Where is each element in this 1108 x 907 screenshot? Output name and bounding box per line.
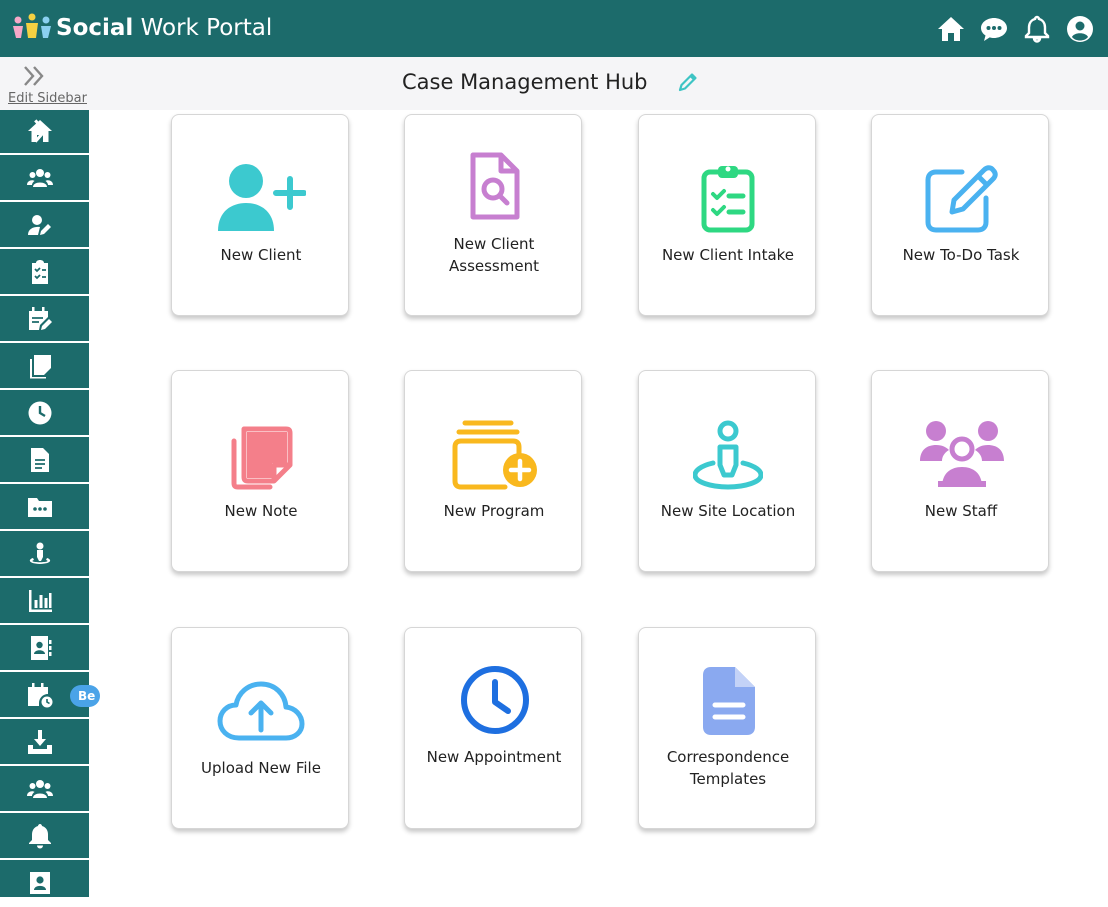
sidebar-item-user-edit[interactable] — [0, 204, 89, 249]
logo-icon — [13, 13, 51, 38]
brand-light: Work Portal — [133, 15, 273, 41]
clock-icon — [461, 666, 529, 734]
page-title: Case Management Hub — [402, 70, 648, 94]
notes-stack-icon — [30, 355, 51, 379]
correspondence-templates-label: Correspondence Templates — [666, 748, 790, 788]
new-site-location-label: New Site Location — [660, 502, 796, 520]
bar-chart-icon — [29, 590, 52, 612]
calendar-edit-icon — [29, 307, 52, 330]
user-plus-icon — [218, 164, 306, 231]
pencil-icon[interactable] — [677, 71, 699, 93]
new-client-intake-card[interactable]: New Client Intake — [638, 114, 816, 316]
new-note-card[interactable]: New Note — [171, 370, 349, 572]
double-chevron-right-icon — [24, 66, 44, 86]
new-client-assessment-label: New Client Assessment — [449, 235, 539, 275]
top-icons — [936, 0, 1108, 57]
new-program-label: New Program — [443, 502, 545, 520]
sidebar-item-home[interactable] — [0, 110, 89, 155]
edit-sidebar-button[interactable]: Edit Sidebar — [8, 60, 88, 108]
download-icon — [28, 730, 52, 754]
top-bar: Social Work Portal — [0, 0, 1108, 57]
sidebar-item-schedule[interactable]: Be — [0, 674, 100, 719]
sidebar-item-reports[interactable] — [0, 580, 89, 625]
sidebar-item-downloads[interactable] — [0, 721, 89, 766]
sidebar-item-documents[interactable] — [0, 439, 89, 484]
clipboard-check-icon — [32, 260, 48, 284]
new-site-location-card[interactable]: New Site Location — [638, 370, 816, 572]
location-pin-icon — [693, 420, 763, 490]
new-staff-label: New Staff — [924, 502, 998, 520]
bell-icon — [29, 824, 51, 849]
edit-square-icon — [925, 165, 998, 233]
document-icon — [31, 448, 49, 472]
folder-more-icon — [28, 498, 52, 517]
contact-book-icon — [31, 636, 52, 660]
clock-icon — [28, 401, 52, 425]
calendar-clock-icon — [28, 683, 53, 708]
new-todo-task-label: New To-Do Task — [902, 246, 1020, 264]
sidebar: Be — [0, 110, 100, 907]
chat-icon — [981, 17, 1007, 41]
sidebar-item-tasks[interactable] — [0, 298, 89, 343]
new-todo-task-card[interactable]: New To-Do Task — [871, 114, 1049, 316]
user-circle-icon — [1067, 15, 1093, 42]
upload-new-file-card[interactable]: Upload New File — [171, 627, 349, 829]
sidebar-item-notes[interactable] — [0, 345, 89, 390]
new-client-label: New Client — [220, 246, 302, 264]
location-pin-icon — [29, 542, 51, 564]
notifications-button[interactable] — [1022, 14, 1052, 44]
account-button[interactable] — [1065, 14, 1095, 44]
new-client-card[interactable]: New Client — [171, 114, 349, 316]
document-lines-icon — [703, 667, 755, 735]
new-client-assessment-card[interactable]: New Client Assessment — [404, 114, 582, 316]
new-program-card[interactable]: New Program — [404, 370, 582, 572]
cloud-upload-icon — [217, 681, 305, 741]
sidebar-item-programs[interactable] — [0, 486, 89, 531]
id-badge-icon — [30, 872, 50, 894]
clipboard-check-icon — [701, 166, 755, 233]
brand-bold: Social — [56, 15, 134, 41]
chat-button[interactable] — [979, 14, 1009, 44]
sidebar-item-staff[interactable] — [0, 768, 89, 813]
upload-new-file-label: Upload New File — [201, 759, 321, 777]
sidebar-badge: Be — [70, 685, 100, 707]
sidebar-item-alerts[interactable] — [0, 815, 89, 860]
new-staff-card[interactable]: New Staff — [871, 370, 1049, 572]
correspondence-templates-card[interactable]: Correspondence Templates — [638, 627, 816, 829]
sidebar-item-appointments[interactable] — [0, 392, 89, 437]
staff-group-icon — [920, 421, 1004, 487]
edit-sidebar-label[interactable]: Edit Sidebar — [8, 91, 87, 106]
sub-bar: Edit Sidebar Case Management Hub — [0, 57, 1108, 110]
note-stack-icon — [231, 426, 293, 490]
group-icon — [27, 780, 53, 798]
chevron-right-icon[interactable] — [27, 118, 53, 144]
sidebar-item-contacts[interactable] — [0, 627, 89, 672]
new-note-label: New Note — [224, 502, 298, 520]
home-button[interactable] — [936, 14, 966, 44]
sidebar-item-locations[interactable] — [0, 533, 89, 578]
new-appointment-label: New Appointment — [426, 748, 562, 766]
document-search-icon — [470, 152, 520, 220]
sidebar-item-intake[interactable] — [0, 251, 89, 296]
home-icon — [938, 16, 964, 41]
new-client-intake-label: New Client Intake — [661, 246, 795, 264]
users-icon — [27, 169, 53, 187]
brand-title[interactable]: Social Work Portal — [56, 15, 272, 41]
user-edit-icon — [28, 215, 51, 235]
sidebar-item-profile[interactable] — [0, 862, 89, 907]
folder-plus-icon — [452, 420, 537, 490]
bell-icon — [1024, 15, 1050, 43]
sidebar-item-clients[interactable] — [0, 157, 89, 202]
new-appointment-card[interactable]: New Appointment — [404, 627, 582, 829]
